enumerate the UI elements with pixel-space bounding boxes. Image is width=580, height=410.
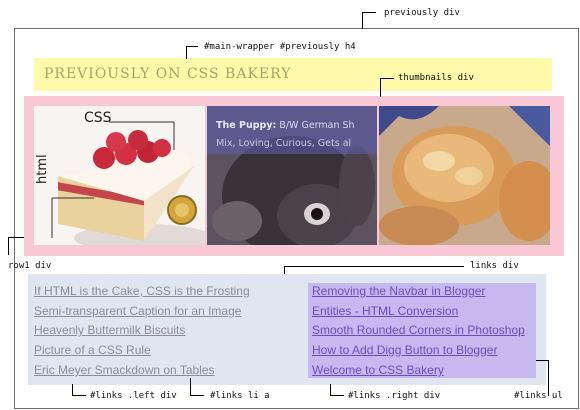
callout-tick-h4 <box>186 46 198 47</box>
left-link-4[interactable]: Picture of a CSS Rule <box>34 343 151 357</box>
image-caption-line1: The Puppy: B/W German Sh <box>216 120 376 131</box>
callout-line-li-a <box>190 378 191 396</box>
label-thumbnails-div: thumbnails div <box>398 73 474 83</box>
previously-heading: PREVIOUSLY ON CSS BAKERY <box>44 66 292 82</box>
cake-label-html: html <box>35 154 50 184</box>
callout-tick-previously <box>362 12 376 13</box>
cake-label-css: CSS <box>84 110 112 126</box>
left-link-5[interactable]: Eric Meyer Smackdown on Tables <box>34 363 215 377</box>
callout-tick-row1 <box>8 237 24 238</box>
callout-hline-links <box>284 266 464 267</box>
left-link-1[interactable]: If HTML is the Cake, CSS is the Frosting <box>34 284 250 298</box>
thumbnail-biscuits[interactable] <box>379 106 550 245</box>
label-links-left-div: #links .left div <box>90 391 177 401</box>
callout-tick-left <box>72 395 86 396</box>
thumbnail-cake[interactable]: CSS html <box>34 106 205 245</box>
right-link-2[interactable]: Entities - HTML Conversion <box>312 304 458 318</box>
label-links-right-div: #links .right div <box>348 391 441 401</box>
left-link-3[interactable]: Heavenly Buttermilk Biscuits <box>34 323 185 337</box>
caption-title: The Puppy: <box>216 120 277 131</box>
right-link-5[interactable]: Welcome to CSS Bakery <box>312 363 444 377</box>
label-previously-div: previously div <box>384 8 460 18</box>
right-link-1[interactable]: Removing the Navbar in Blogger <box>312 284 485 298</box>
label-links-ul: #links ul <box>514 391 563 401</box>
image-caption-line2: Mix, Loving, Curious, Gets al <box>216 138 352 149</box>
callout-tick-thumbnails <box>380 78 394 79</box>
callout-line-thumbnails <box>380 78 381 97</box>
label-links-div: links div <box>470 261 519 271</box>
callout-line-h4 <box>186 46 187 59</box>
callout-tick-li-a <box>190 395 204 396</box>
callout-line-previously <box>362 12 363 29</box>
callout-tick-ul <box>536 360 549 361</box>
left-link-2[interactable]: Semi-transparent Caption for an Image <box>34 304 241 318</box>
right-link-4[interactable]: How to Add Digg Button to Blogger <box>312 343 497 357</box>
label-links-li-a: #links li a <box>210 391 270 401</box>
callout-tick-right <box>330 395 344 396</box>
label-main-wrapper-h4: #main-wrapper #previously h4 <box>204 42 356 52</box>
right-link-3[interactable]: Smooth Rounded Corners in Photoshop <box>312 323 525 337</box>
label-row1-div: row1 div <box>8 261 52 271</box>
caption-rest: B/W German Sh <box>276 120 355 131</box>
callout-line-row1 <box>8 237 9 255</box>
callout-line-links <box>284 266 285 274</box>
